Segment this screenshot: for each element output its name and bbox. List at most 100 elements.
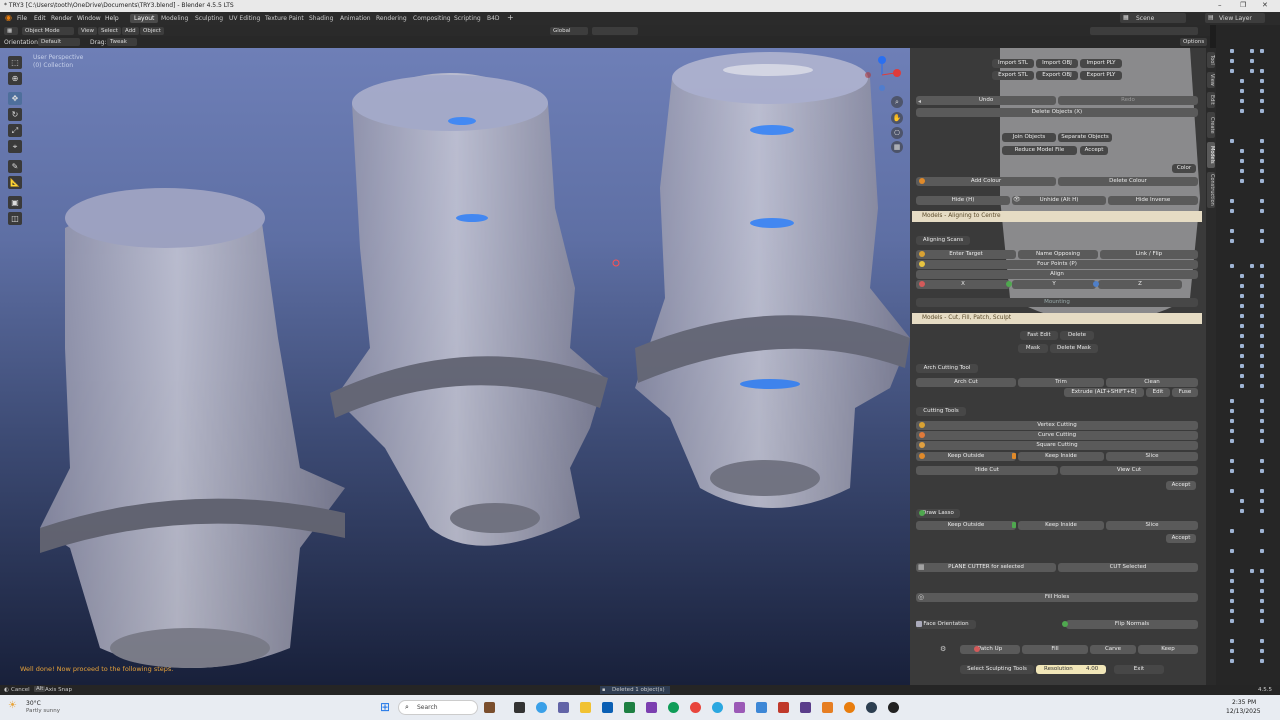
clean-button[interactable]: Clean	[1106, 378, 1198, 387]
view-cut-button[interactable]: View Cut	[1060, 466, 1198, 475]
zoom-icon[interactable]: ⌕	[891, 96, 903, 108]
pan-hand-icon[interactable]: ✋	[891, 112, 903, 124]
menu-select[interactable]: Select	[98, 27, 121, 35]
orientation-selector[interactable]: Default	[38, 38, 80, 46]
tab-view[interactable]: View	[1207, 72, 1215, 88]
outliner-row[interactable]	[1216, 238, 1280, 245]
workspace-tab-shading[interactable]: Shading	[305, 14, 337, 23]
workspace-tab-layout[interactable]: Layout	[130, 14, 159, 23]
menu-help[interactable]: Help	[105, 15, 119, 22]
slice-button[interactable]: Slice	[1106, 452, 1198, 461]
annotate-tool-icon[interactable]: ✎	[8, 160, 22, 173]
workspace-tab-compositing[interactable]: Compositing	[409, 14, 455, 23]
outliner-row[interactable]	[1216, 313, 1280, 320]
outliner-row[interactable]	[1216, 608, 1280, 615]
drag-selector[interactable]: Tweak	[107, 38, 137, 46]
undo-button[interactable]: Undo	[916, 96, 1056, 105]
skype-icon[interactable]	[712, 702, 723, 713]
outliner-row[interactable]	[1216, 438, 1280, 445]
menu-add[interactable]: Add	[122, 27, 139, 35]
edit-button[interactable]: Edit	[1146, 388, 1170, 397]
windows-start-icon[interactable]: ⊞	[380, 700, 391, 714]
outliner-row[interactable]	[1216, 363, 1280, 370]
outliner-row[interactable]	[1216, 138, 1280, 145]
hide-cut-button[interactable]: Hide Cut	[916, 466, 1058, 475]
outliner-row[interactable]	[1216, 303, 1280, 310]
calculator-icon[interactable]	[756, 702, 767, 713]
close-icon[interactable]: ✕	[1262, 1, 1268, 9]
outliner-row[interactable]	[1216, 323, 1280, 330]
outliner-row[interactable]	[1216, 108, 1280, 115]
export-obj-button[interactable]: Export OBJ	[1036, 71, 1078, 80]
outliner-row[interactable]	[1216, 88, 1280, 95]
tab-tool[interactable]: Tool	[1207, 52, 1215, 68]
outliner-row[interactable]	[1216, 333, 1280, 340]
separate-objects-button[interactable]: Separate Objects	[1058, 133, 1112, 142]
section-aligning-header[interactable]: Models - Aligning to Centre	[912, 211, 1202, 222]
arch-cutting-tool-button[interactable]: Arch Cutting Tool	[916, 364, 978, 373]
outliner-row[interactable]	[1216, 428, 1280, 435]
outliner-row[interactable]	[1216, 568, 1280, 575]
workspace-tab-animation[interactable]: Animation	[336, 14, 375, 23]
editor-type-icon[interactable]: ▦	[4, 27, 18, 35]
import-obj-button[interactable]: Import OBJ	[1036, 59, 1078, 68]
accept-reduce-button[interactable]: Accept	[1080, 146, 1108, 155]
app5-icon[interactable]	[866, 702, 877, 713]
menu-edit[interactable]: Edit	[34, 15, 46, 22]
abutment-model-left[interactable]	[40, 188, 345, 668]
outliner-row[interactable]	[1216, 468, 1280, 475]
workspace-tab-uv-editing[interactable]: UV Editing	[225, 14, 264, 23]
outliner-row[interactable]	[1216, 158, 1280, 165]
vertex-cutting-button[interactable]: Vertex Cutting	[916, 421, 1198, 430]
outliner-row[interactable]	[1216, 578, 1280, 585]
menu-object[interactable]: Object	[140, 27, 164, 35]
app3-icon[interactable]	[800, 702, 811, 713]
lasso-keep-outside-button[interactable]: Keep Outside	[916, 521, 1016, 530]
keep-inside-button[interactable]: Keep Inside	[1018, 452, 1104, 461]
reduce-model-file-button[interactable]: Reduce Model File	[1002, 146, 1077, 155]
tab-edit[interactable]: Edit	[1207, 92, 1215, 108]
workspace-tab-texture-paint[interactable]: Texture Paint	[261, 14, 308, 23]
delete-colour-button[interactable]: Delete Colour	[1058, 177, 1198, 186]
measure-tool-icon[interactable]: 📐	[8, 176, 22, 189]
workspace-tab-b4d[interactable]: B4D	[483, 14, 504, 23]
fuse-button[interactable]: Fuse	[1172, 388, 1198, 397]
minimize-icon[interactable]: –	[1218, 1, 1222, 9]
outliner-row[interactable]	[1216, 548, 1280, 555]
lasso-keep-inside-button[interactable]: Keep Inside	[1018, 521, 1104, 530]
app6-icon[interactable]	[888, 702, 899, 713]
store-icon[interactable]	[602, 702, 613, 713]
name-opposing-button[interactable]: Name Opposing	[1018, 250, 1098, 259]
app2-icon[interactable]	[778, 702, 789, 713]
outliner-row[interactable]	[1216, 353, 1280, 360]
workspace-tab-rendering[interactable]: Rendering	[372, 14, 411, 23]
outliner-row[interactable]	[1216, 598, 1280, 605]
outliner-row[interactable]	[1216, 383, 1280, 390]
outliner-row[interactable]	[1216, 498, 1280, 505]
workspace-tab-modeling[interactable]: Modeling	[157, 14, 192, 23]
redo-button[interactable]: Redo	[1058, 96, 1198, 105]
view-layer-selector[interactable]: ▤ View Layer	[1205, 13, 1265, 23]
import-stl-button[interactable]: Import STL	[992, 59, 1034, 68]
outliner-row[interactable]	[1216, 283, 1280, 290]
arch-cut-button[interactable]: Arch Cut	[916, 378, 1016, 387]
outliner-row[interactable]	[1216, 508, 1280, 515]
add-workspace-icon[interactable]: +	[503, 12, 518, 22]
outliner-row[interactable]	[1216, 418, 1280, 425]
outliner-row[interactable]	[1216, 638, 1280, 645]
app4-icon[interactable]	[822, 702, 833, 713]
menu-view[interactable]: View	[78, 27, 98, 35]
import-ply-button[interactable]: Import PLY	[1080, 59, 1122, 68]
curve-cutting-button[interactable]: Curve Cutting	[916, 431, 1198, 440]
workspace-tab-scripting[interactable]: Scripting	[450, 14, 485, 23]
accept-cut-button[interactable]: Accept	[1166, 481, 1196, 490]
hide-inverse-button[interactable]: Hide Inverse	[1108, 196, 1198, 205]
outliner-row[interactable]	[1216, 168, 1280, 175]
add-cube-tool-icon[interactable]: ▣	[8, 196, 22, 209]
outliner-row[interactable]	[1216, 273, 1280, 280]
mask-button[interactable]: Mask	[1018, 344, 1048, 353]
fast-edit-button[interactable]: Fast Edit	[1020, 331, 1058, 340]
excel-icon[interactable]	[624, 702, 635, 713]
face-orientation-checkbox[interactable]	[916, 621, 922, 627]
resolution-field[interactable]: Resolution 4.00	[1036, 665, 1106, 674]
